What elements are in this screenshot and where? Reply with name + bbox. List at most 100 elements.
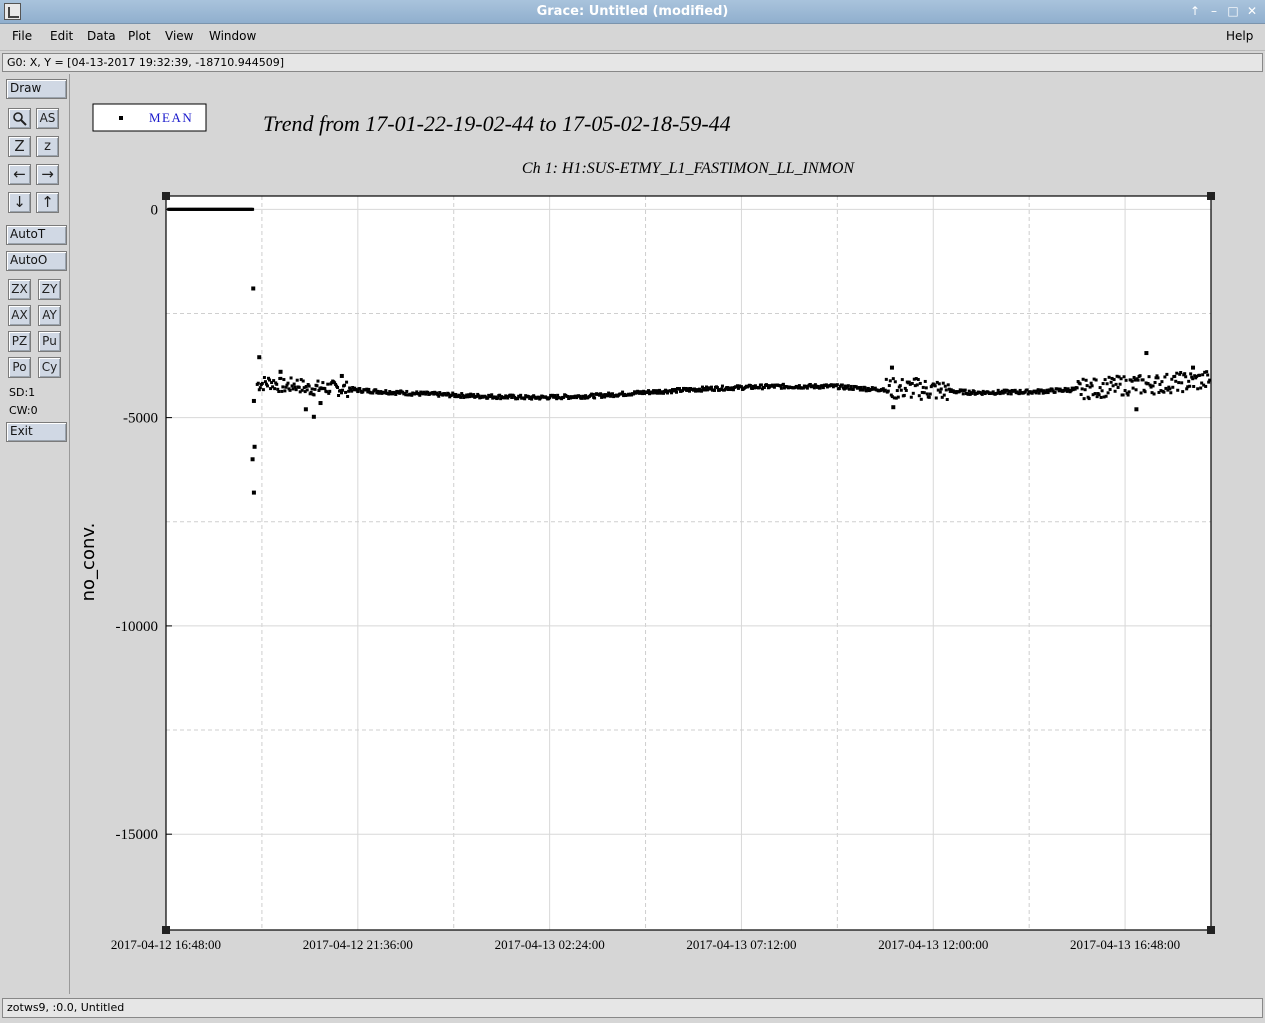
data-point xyxy=(279,376,283,380)
data-point xyxy=(1113,389,1117,393)
autoscale-button[interactable]: AS xyxy=(36,108,59,129)
cy-button[interactable]: Cy xyxy=(38,357,61,378)
data-point xyxy=(900,378,904,382)
data-point xyxy=(282,378,286,382)
data-point xyxy=(1103,378,1107,382)
menu-data[interactable]: Data xyxy=(87,29,116,43)
data-point xyxy=(922,391,926,395)
data-point xyxy=(715,386,719,390)
data-point xyxy=(1168,387,1172,391)
menu-view[interactable]: View xyxy=(165,29,193,43)
data-point xyxy=(916,378,920,382)
data-point xyxy=(720,384,724,388)
menu-plot[interactable]: Plot xyxy=(128,29,151,43)
data-point xyxy=(933,384,937,388)
data-point xyxy=(748,384,752,388)
data-point xyxy=(1122,375,1126,379)
data-point xyxy=(923,379,927,383)
scroll-up-arrow-icon[interactable]: ↑ xyxy=(36,192,59,213)
data-point xyxy=(1121,393,1125,397)
data-point xyxy=(1171,385,1175,389)
outlier-point xyxy=(1191,365,1196,370)
scroll-left-arrow-icon[interactable]: ← xyxy=(8,164,31,185)
data-point xyxy=(1124,378,1128,382)
raise-window-icon[interactable]: ↑ xyxy=(1188,3,1202,19)
data-point xyxy=(1204,384,1208,388)
status-bar: zotws9, :0.0, Untitled xyxy=(2,998,1263,1018)
data-point xyxy=(1132,375,1136,379)
data-point xyxy=(910,381,914,385)
data-point xyxy=(258,386,262,390)
data-point xyxy=(341,388,345,392)
data-point xyxy=(262,375,266,379)
plot-canvas[interactable]: 0 -5000 -10000 -15000 2017-04-12 16:48:00 201… xyxy=(72,74,1262,994)
data-point xyxy=(938,390,942,394)
data-point xyxy=(699,389,703,393)
autot-button[interactable]: AutoT xyxy=(6,225,67,245)
zy-button[interactable]: ZY xyxy=(38,279,61,300)
data-point xyxy=(895,389,899,393)
data-point xyxy=(1085,384,1089,388)
data-point xyxy=(904,388,908,392)
magnifier-icon xyxy=(12,112,27,126)
scroll-down-arrow-icon[interactable]: ↓ xyxy=(8,192,31,213)
data-point xyxy=(292,382,296,386)
data-point xyxy=(1153,380,1157,384)
data-point xyxy=(328,389,332,393)
data-point xyxy=(899,388,903,392)
menu-edit[interactable]: Edit xyxy=(50,29,73,43)
data-point xyxy=(1165,372,1169,376)
data-point xyxy=(1097,393,1101,397)
outlier-point xyxy=(250,457,255,462)
data-point xyxy=(919,397,923,401)
data-point xyxy=(1199,386,1203,390)
menu-window[interactable]: Window xyxy=(209,29,256,43)
data-point xyxy=(779,386,783,390)
zx-button[interactable]: ZX xyxy=(8,279,31,300)
zoom-out-button[interactable]: z xyxy=(36,136,59,157)
data-point xyxy=(1158,382,1162,386)
selection-handle[interactable] xyxy=(162,192,170,200)
pz-button[interactable]: PZ xyxy=(8,331,31,352)
menu-file[interactable]: File xyxy=(12,29,32,43)
outlier-point xyxy=(891,405,896,410)
data-point xyxy=(1107,375,1111,379)
y-tick-label: -5000 xyxy=(123,411,158,427)
minimize-window-icon[interactable]: – xyxy=(1207,3,1221,19)
data-point xyxy=(943,384,947,388)
ay-button[interactable]: AY xyxy=(38,305,61,326)
pu-button[interactable]: Pu xyxy=(38,331,61,352)
data-point xyxy=(1105,382,1109,386)
data-point xyxy=(289,376,293,380)
window-title: Grace: Untitled (modified) xyxy=(536,4,729,19)
draw-button[interactable]: Draw xyxy=(6,79,67,99)
menu-help[interactable]: Help xyxy=(1226,29,1253,43)
data-point xyxy=(1114,382,1118,386)
data-point xyxy=(1100,389,1104,393)
ax-button[interactable]: AX xyxy=(8,305,31,326)
zoom-in-button[interactable]: Z xyxy=(8,136,31,157)
autoo-button[interactable]: AutoO xyxy=(6,251,67,271)
selection-handle[interactable] xyxy=(1207,926,1215,934)
data-point xyxy=(358,387,362,391)
x-tick-label: 2017-04-13 12:00:00 xyxy=(878,937,988,952)
data-point xyxy=(405,389,409,393)
selection-handle[interactable] xyxy=(1207,192,1215,200)
chart[interactable]: 0 -5000 -10000 -15000 2017-04-12 16:48:00 201… xyxy=(72,74,1262,994)
selection-handle[interactable] xyxy=(162,926,170,934)
data-point xyxy=(917,394,921,398)
maximize-window-icon[interactable]: □ xyxy=(1226,3,1240,19)
plot-area[interactable] xyxy=(166,196,1211,930)
cw-label: CW:0 xyxy=(9,404,38,417)
data-point xyxy=(846,384,850,388)
data-point xyxy=(281,385,285,389)
scroll-right-arrow-icon[interactable]: → xyxy=(36,164,59,185)
close-window-icon[interactable]: ✕ xyxy=(1245,3,1259,19)
window-titlebar: Grace: Untitled (modified) ↑ – □ ✕ xyxy=(0,0,1265,24)
data-point xyxy=(918,381,922,385)
zoom-button[interactable] xyxy=(8,108,31,129)
data-point xyxy=(288,388,292,392)
data-point xyxy=(1188,384,1192,388)
po-button[interactable]: Po xyxy=(8,357,31,378)
exit-button[interactable]: Exit xyxy=(6,422,67,442)
